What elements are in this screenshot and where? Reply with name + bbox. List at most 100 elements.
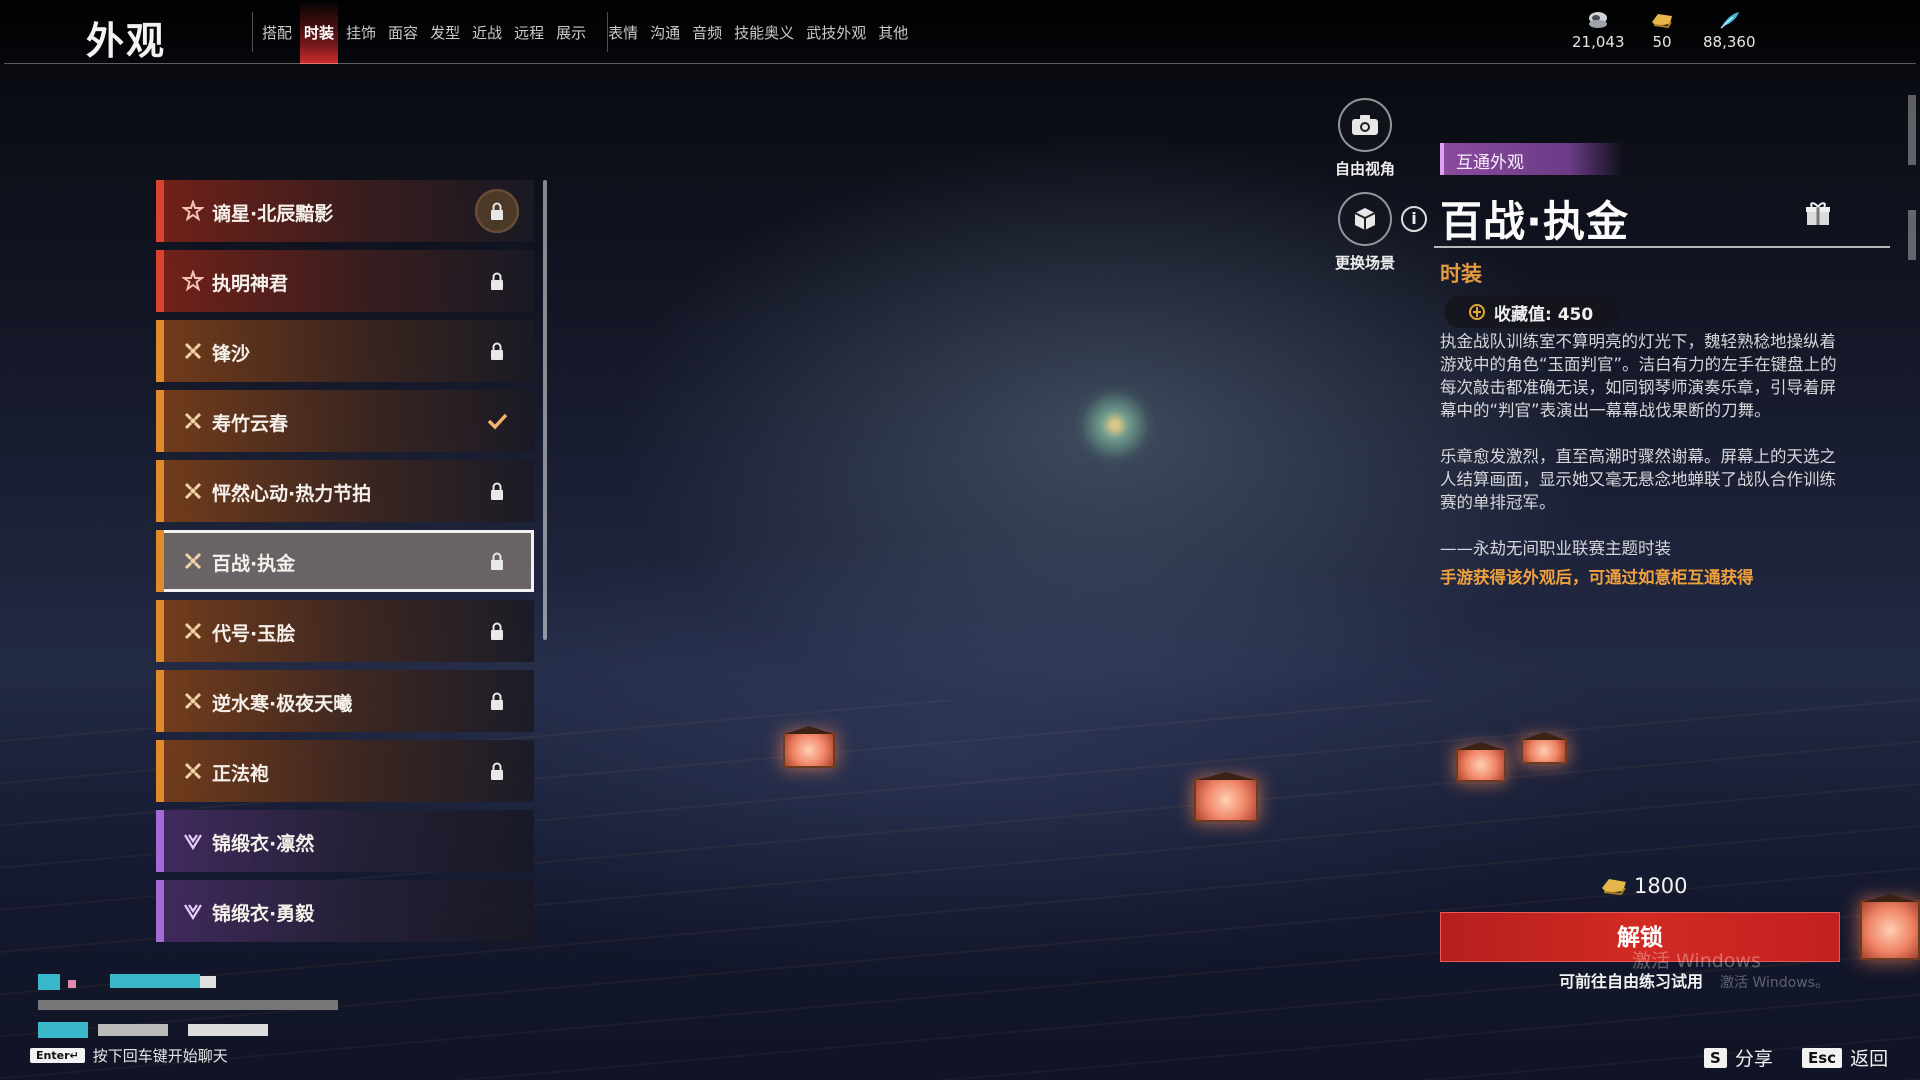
collection-icon [1469, 304, 1485, 320]
red-rarity-emblem-icon [180, 198, 206, 222]
orange-rarity-emblem-icon [182, 340, 204, 362]
info-icon[interactable]: i [1401, 206, 1427, 232]
orange-rarity-emblem-icon [182, 620, 204, 642]
rarity-bar [156, 600, 164, 662]
rarity-bar [156, 740, 164, 802]
outfit-description: 执金战队训练室不算明亮的灯光下，魏轻熟稔地操纵着游戏中的角色“玉面判官”。洁白有… [1440, 330, 1840, 587]
back-label: 返回 [1850, 1048, 1889, 1070]
tab-11[interactable]: 技能奥义 [730, 0, 798, 64]
tab-10[interactable]: 音频 [688, 0, 726, 64]
chat-hint[interactable]: Enter↵ 按下回车键开始聊天 [30, 1045, 228, 1066]
edge-decoration [1908, 210, 1916, 260]
orange-rarity-emblem-icon [182, 690, 204, 712]
lock-icon [486, 620, 508, 642]
list-scrollbar[interactable] [543, 180, 547, 640]
description-quote: ——永劫无间职业联赛主题时装 [1440, 539, 1671, 558]
rarity-bar [156, 180, 164, 242]
lock-icon [486, 480, 508, 502]
enter-key: Enter↵ [30, 1048, 85, 1063]
lock-icon [486, 270, 508, 292]
rarity-bar [156, 670, 164, 732]
gold-ingot-icon [1602, 879, 1626, 896]
outfit-item-name: 锦缎衣·勇毅 [212, 903, 315, 925]
outfit-item[interactable]: 锦缎衣·凛然 [156, 810, 534, 872]
unlock-price: 1800 [1600, 874, 1687, 898]
outfit-item-name: 锋沙 [212, 343, 251, 365]
tab-0[interactable]: 搭配 [258, 0, 296, 64]
acquisition-note: 手游获得该外观后，可通过如意柜互通获得 [1440, 568, 1754, 587]
outfit-item[interactable]: 逆水寒·极夜天曦 [156, 670, 534, 732]
trial-hint[interactable]: 可前往自由练习试用 [1559, 968, 1703, 992]
currency-feathers: 88,360 [1703, 10, 1756, 51]
windows-watermark: 激活 Windows。 [1720, 975, 1829, 991]
esc-key: Esc [1802, 1047, 1843, 1068]
floating-lantern [1521, 738, 1567, 764]
outfit-item[interactable]: 锋沙 [156, 320, 534, 382]
page-title: 外观 [86, 19, 167, 63]
rarity-bar [156, 390, 164, 452]
price-value: 1800 [1634, 874, 1688, 898]
outfit-item[interactable]: 寿竹云春 [156, 390, 534, 452]
floating-lantern [1860, 900, 1920, 960]
tab-13[interactable]: 其他 [874, 0, 912, 64]
free-view-button[interactable]: 自由视角 [1325, 98, 1405, 179]
change-scene-button[interactable]: 更换场景 [1325, 192, 1405, 273]
top-bar: 外观 搭配 时装 挂饰 面容 发型 近战 远程 展示 表情 沟通 音频 技能奥义 武技外观 其他 21,0… [0, 0, 1920, 64]
currency-coins: 21,043 [1572, 10, 1625, 51]
lock-icon [486, 690, 508, 712]
tab-6[interactable]: 远程 [510, 0, 548, 64]
floating-lantern [783, 732, 835, 768]
outfit-list[interactable]: 谪星·北辰黯影执明神君锋沙寿竹云春怦然心动·热力节拍 百战·执金代号·玉脍逆水寒·… [156, 180, 536, 960]
tab-7[interactable]: 展示 [552, 0, 590, 64]
purple-rarity-emblem-icon [182, 830, 204, 852]
free-view-label: 自由视角 [1334, 160, 1395, 178]
change-scene-label: 更换场景 [1334, 254, 1395, 272]
outfit-item-name: 锦缎衣·凛然 [212, 833, 315, 855]
tab-9[interactable]: 沟通 [646, 0, 684, 64]
outfit-item[interactable]: 怦然心动·热力节拍 [156, 460, 534, 522]
coin-stack-icon [1589, 12, 1608, 28]
gold-ingot-icon [1652, 14, 1672, 29]
gift-icon[interactable] [1804, 200, 1832, 228]
back-button[interactable]: Esc 返回 [1802, 1044, 1888, 1071]
tab-8[interactable]: 表情 [604, 0, 642, 64]
outfit-item-name: 执明神君 [212, 273, 289, 295]
tab-2[interactable]: 挂饰 [342, 0, 380, 64]
outfit-item[interactable]: 谪星·北辰黯影 [156, 180, 534, 242]
rarity-bar [156, 460, 164, 522]
crossplay-tag: 互通外观 [1440, 143, 1624, 175]
chat-messages-obscured [38, 974, 338, 1038]
tab-12[interactable]: 武技外观 [802, 0, 870, 64]
tab-3[interactable]: 面容 [384, 0, 422, 64]
chat-hint-label: 按下回车键开始聊天 [92, 1047, 228, 1065]
outfit-item[interactable]: 执明神君 [156, 250, 534, 312]
tab-separator [252, 12, 253, 52]
floating-lantern [1194, 778, 1258, 822]
top-divider [4, 63, 1916, 64]
outfit-item[interactable]: 百战·执金 [156, 530, 534, 592]
outfit-item[interactable]: 锦缎衣·勇毅 [156, 880, 534, 942]
orange-rarity-emblem-icon [182, 410, 204, 432]
purple-rarity-emblem-icon [182, 900, 204, 922]
outfit-item[interactable]: 正法袍 [156, 740, 534, 802]
share-label: 分享 [1734, 1048, 1773, 1070]
description-paragraph: 执金战队训练室不算明亮的灯光下，魏轻熟稔地操纵着游戏中的角色“玉面判官”。洁白有… [1440, 332, 1837, 420]
outfit-item-name: 正法袍 [212, 763, 270, 785]
collection-value: 收藏值: 450 [1444, 296, 1620, 328]
lock-icon [486, 760, 508, 782]
firework-sparkle [1075, 385, 1155, 465]
crossplay-tag-label: 互通外观 [1456, 153, 1524, 173]
rarity-bar [156, 880, 164, 942]
tab-1[interactable]: 时装 [300, 0, 339, 64]
outfit-item[interactable]: 代号·玉脍 [156, 600, 534, 662]
cube-scene-icon [1338, 192, 1392, 246]
feather-icon [1720, 12, 1740, 29]
rarity-bar [156, 530, 164, 592]
tab-4[interactable]: 发型 [426, 0, 464, 64]
collection-value-text: 收藏值: 450 [1494, 304, 1594, 325]
tab-5[interactable]: 近战 [468, 0, 506, 64]
orange-rarity-emblem-icon [182, 480, 204, 502]
outfit-category: 时装 [1440, 262, 1482, 286]
share-button[interactable]: S 分享 [1704, 1044, 1773, 1071]
outfit-item-name: 逆水寒·极夜天曦 [212, 693, 353, 715]
